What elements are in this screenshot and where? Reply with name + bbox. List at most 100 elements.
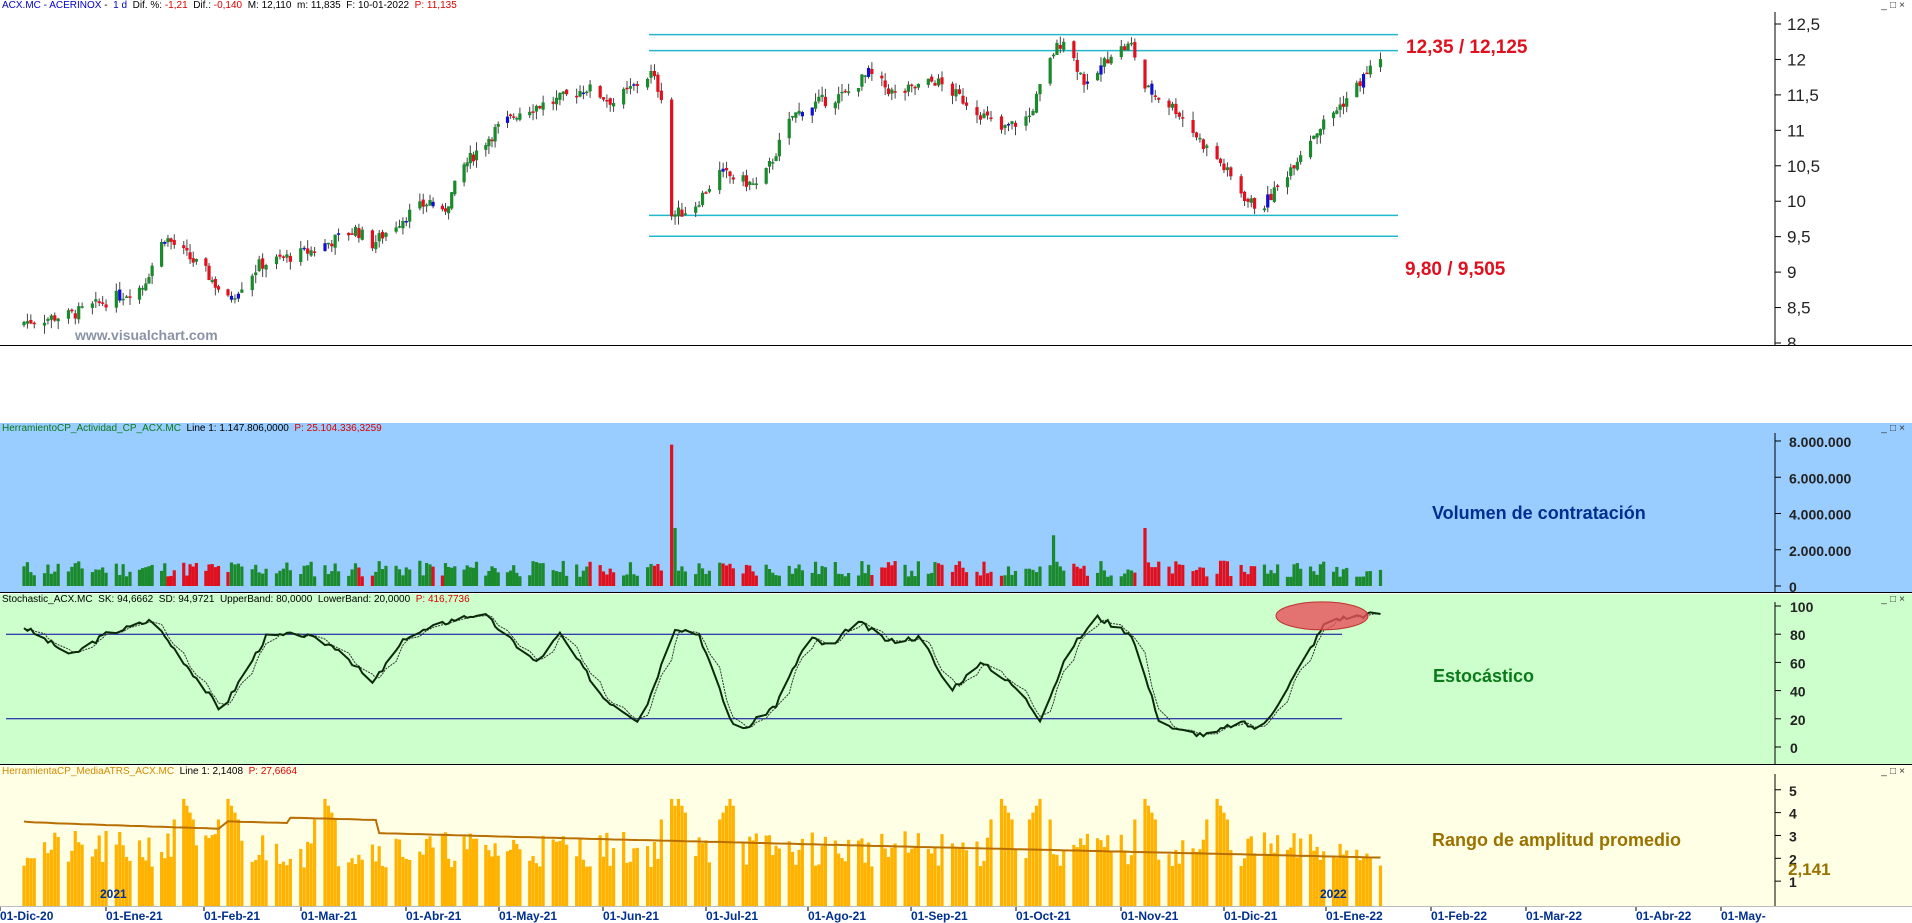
atr-bar bbox=[890, 847, 894, 906]
stoch-window-buttons[interactable]: _□× bbox=[1881, 594, 1908, 605]
candle-body bbox=[790, 116, 795, 118]
volume-bar bbox=[25, 562, 30, 586]
volume-bar bbox=[97, 569, 101, 586]
volume-bar bbox=[1295, 563, 1299, 586]
atr-bar bbox=[751, 840, 755, 906]
minimize-icon[interactable]: _ bbox=[1881, 423, 1890, 434]
atr-bar bbox=[964, 850, 969, 906]
volume-bar bbox=[353, 563, 358, 586]
price-panel[interactable]: ACX.MC - ACERINOX - 1 d Dif. %: -1,21 Di… bbox=[0, 0, 1912, 346]
stochastic-panel[interactable]: Stochastic_ACX.MC SK: 94,6662 SD: 94,972… bbox=[0, 594, 1912, 765]
volume-bar bbox=[1262, 564, 1267, 586]
candle-body bbox=[936, 78, 941, 86]
volume-bar bbox=[357, 567, 361, 586]
volume-bar bbox=[453, 566, 457, 586]
atr-bar bbox=[957, 847, 962, 906]
volume-bar bbox=[794, 568, 798, 586]
atr-bar bbox=[886, 856, 891, 906]
atr-bar bbox=[575, 856, 579, 906]
candle-body bbox=[141, 288, 145, 290]
volume-bar bbox=[484, 575, 488, 586]
atr-bar bbox=[1109, 851, 1113, 906]
price-y-tick-label: 8,5 bbox=[1787, 299, 1811, 318]
close-icon[interactable]: × bbox=[1899, 594, 1908, 605]
price-y-tick-label: 12,5 bbox=[1787, 15, 1820, 34]
atr-bar bbox=[1181, 840, 1185, 906]
minimize-icon[interactable]: _ bbox=[1881, 0, 1890, 11]
candle-body bbox=[160, 241, 164, 267]
atr-bar bbox=[25, 857, 30, 906]
atr-bar bbox=[833, 840, 837, 906]
volume-bar bbox=[1266, 573, 1270, 586]
volume-bar bbox=[1177, 564, 1181, 586]
atr-bar bbox=[509, 849, 513, 906]
candle-body bbox=[137, 287, 142, 300]
volume-bar bbox=[608, 568, 612, 586]
volume-bar bbox=[336, 571, 341, 586]
atr-bar bbox=[588, 866, 592, 906]
candle-body bbox=[551, 101, 555, 104]
price-window-buttons[interactable]: _□× bbox=[1881, 0, 1908, 11]
atr-bar bbox=[1095, 838, 1100, 906]
volume-bar bbox=[1249, 566, 1253, 586]
atr-bar bbox=[216, 819, 221, 906]
atr-bar bbox=[1262, 832, 1267, 906]
volume-title-p: 25.104.336,3259 bbox=[306, 423, 382, 434]
atr-bar bbox=[950, 843, 955, 906]
volume-bar bbox=[601, 571, 606, 586]
volume-bar bbox=[1239, 564, 1243, 586]
candle-body bbox=[374, 242, 378, 250]
title-min: 11,835 bbox=[310, 0, 341, 11]
atr-title-line: 2,1408 bbox=[212, 766, 244, 777]
close-icon[interactable]: × bbox=[1899, 423, 1908, 434]
atr-bar bbox=[150, 866, 154, 906]
maximize-icon[interactable]: □ bbox=[1890, 766, 1899, 777]
atr-bar bbox=[554, 841, 559, 906]
atr-bar bbox=[333, 819, 337, 906]
volume-bar bbox=[408, 569, 412, 586]
atr-bar bbox=[1072, 844, 1076, 906]
atr-bar bbox=[1010, 819, 1014, 906]
minimize-icon[interactable]: _ bbox=[1881, 766, 1890, 777]
volume-window-buttons[interactable]: _□× bbox=[1881, 423, 1908, 434]
candle-body bbox=[32, 322, 36, 325]
volume-bar bbox=[1013, 570, 1018, 586]
atr-panel[interactable]: HerramientaCP_MediaATRS_ACX.MC Line 1: 2… bbox=[0, 766, 1912, 906]
candle-body bbox=[777, 139, 781, 157]
volume-bar bbox=[281, 568, 286, 586]
candle-body bbox=[771, 162, 775, 164]
candle-body bbox=[70, 309, 74, 312]
atr-bar bbox=[797, 849, 801, 906]
volume-bar bbox=[128, 571, 132, 586]
candle-body bbox=[870, 68, 874, 74]
candle-body bbox=[1335, 110, 1339, 114]
volume-bar bbox=[1269, 570, 1273, 586]
atr-bar bbox=[1252, 853, 1257, 906]
volume-bar bbox=[496, 572, 500, 586]
atr-bar bbox=[989, 819, 993, 906]
candle-body bbox=[933, 82, 937, 86]
maximize-icon[interactable]: □ bbox=[1890, 0, 1899, 11]
volume-bar bbox=[1368, 571, 1372, 586]
x-tick-label: 01-Oct-21 bbox=[1016, 909, 1071, 923]
volume-bar bbox=[954, 564, 958, 586]
candle-body bbox=[384, 232, 388, 237]
candle-body bbox=[1285, 177, 1290, 188]
volume-bar bbox=[1218, 560, 1223, 586]
volume-bar bbox=[528, 575, 532, 586]
volume-panel[interactable]: HerramientoCP_Actividad_CP_ACX.MC Line 1… bbox=[0, 423, 1912, 593]
candle-body bbox=[443, 208, 448, 212]
close-icon[interactable]: × bbox=[1899, 766, 1908, 777]
candle-body bbox=[285, 254, 289, 258]
atr-bar bbox=[207, 838, 211, 906]
atr-bar bbox=[707, 862, 711, 906]
atr-window-buttons[interactable]: _□× bbox=[1881, 766, 1908, 777]
atr-bar bbox=[1378, 865, 1383, 906]
candle-body bbox=[518, 113, 522, 120]
minimize-icon[interactable]: _ bbox=[1881, 594, 1890, 605]
atr-bar bbox=[652, 842, 657, 906]
volume-bar bbox=[913, 576, 917, 586]
maximize-icon[interactable]: □ bbox=[1890, 423, 1899, 434]
maximize-icon[interactable]: □ bbox=[1890, 594, 1899, 605]
close-icon[interactable]: × bbox=[1899, 0, 1908, 11]
